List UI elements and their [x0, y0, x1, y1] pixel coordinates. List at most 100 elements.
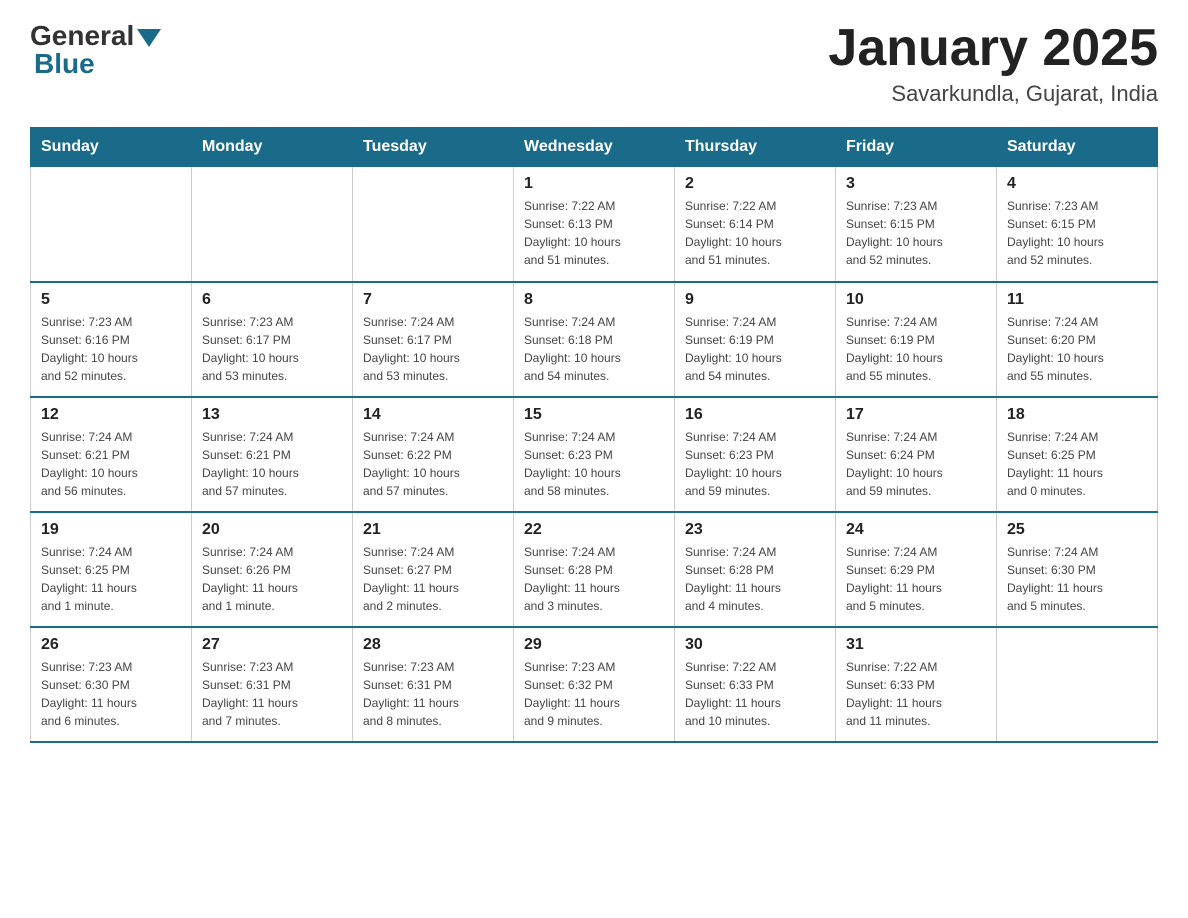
calendar-cell: 18 Sunrise: 7:24 AM Sunset: 6:25 PM Dayli… [997, 397, 1158, 512]
calendar-cell: 1 Sunrise: 7:22 AM Sunset: 6:13 PM Daylig… [514, 167, 675, 282]
day-info: Sunrise: 7:24 AM Sunset: 6:20 PM Dayligh… [1007, 313, 1147, 385]
calendar-cell [192, 167, 353, 282]
title-block: January 2025 Savarkundla, Gujarat, India [828, 20, 1158, 107]
day-info: Sunrise: 7:24 AM Sunset: 6:25 PM Dayligh… [1007, 428, 1147, 500]
logo-blue-text: Blue [34, 48, 95, 80]
calendar-cell: 15Sunrise: 7:24 AM Sunset: 6:23 PM Dayli… [514, 397, 675, 512]
day-number: 29 [524, 636, 664, 654]
day-number: 9 [685, 291, 825, 309]
day-of-week-header: Tuesday [353, 128, 514, 167]
day-info: Sunrise: 7:23 AM Sunset: 6:30 PM Dayligh… [41, 658, 181, 730]
calendar-cell [997, 627, 1158, 742]
calendar-cell: 23 Sunrise: 7:24 AM Sunset: 6:28 PM Dayli… [675, 512, 836, 627]
day-number: 4 [1007, 175, 1147, 193]
calendar-cell: 26 Sunrise: 7:23 AM Sunset: 6:30 PM Dayli… [31, 627, 192, 742]
calendar-cell: 21 Sunrise: 7:24 AM Sunset: 6:27 PM Dayli… [353, 512, 514, 627]
day-info: Sunrise: 7:22 AM Sunset: 6:33 PM Dayligh… [846, 658, 986, 730]
day-info: Sunrise: 7:24 AM Sunset: 6:28 PM Dayligh… [685, 543, 825, 615]
calendar-cell: 9 Sunrise: 7:24 AM Sunset: 6:19 PM Daylig… [675, 282, 836, 397]
day-info: Sunrise: 7:24 AM Sunset: 6:18 PM Dayligh… [524, 313, 664, 385]
calendar-title: January 2025 [828, 20, 1158, 77]
calendar-cell: 19Sunrise: 7:24 AM Sunset: 6:25 PM Dayli… [31, 512, 192, 627]
day-number: 16 [685, 406, 825, 424]
day-number: 1 [524, 175, 664, 193]
logo: General Blue [30, 20, 161, 80]
day-info: Sunrise: 7:23 AM Sunset: 6:16 PM Dayligh… [41, 313, 181, 385]
day-number: 6 [202, 291, 342, 309]
day-number: 14 [363, 406, 503, 424]
calendar-week-row: 12 Sunrise: 7:24 AM Sunset: 6:21 PM Dayli… [31, 397, 1158, 512]
day-number: 7 [363, 291, 503, 309]
calendar-cell [353, 167, 514, 282]
day-info: Sunrise: 7:24 AM Sunset: 6:26 PM Dayligh… [202, 543, 342, 615]
day-number: 8 [524, 291, 664, 309]
calendar-header-row: SundayMondayTuesdayWednesdayThursdayFrid… [31, 128, 1158, 167]
calendar-cell: 5Sunrise: 7:23 AM Sunset: 6:16 PM Daylig… [31, 282, 192, 397]
calendar-cell: 12 Sunrise: 7:24 AM Sunset: 6:21 PM Dayli… [31, 397, 192, 512]
page-header: General Blue January 2025 Savarkundla, G… [30, 20, 1158, 107]
calendar-cell: 2 Sunrise: 7:22 AM Sunset: 6:14 PM Daylig… [675, 167, 836, 282]
day-number: 11 [1007, 291, 1147, 309]
day-info: Sunrise: 7:24 AM Sunset: 6:19 PM Dayligh… [685, 313, 825, 385]
day-number: 26 [41, 636, 181, 654]
day-of-week-header: Thursday [675, 128, 836, 167]
day-info: Sunrise: 7:24 AM Sunset: 6:23 PM Dayligh… [685, 428, 825, 500]
calendar-cell: 28Sunrise: 7:23 AM Sunset: 6:31 PM Dayli… [353, 627, 514, 742]
calendar-cell: 10Sunrise: 7:24 AM Sunset: 6:19 PM Dayli… [836, 282, 997, 397]
day-of-week-header: Sunday [31, 128, 192, 167]
logo-arrow-icon [137, 29, 161, 47]
day-info: Sunrise: 7:23 AM Sunset: 6:32 PM Dayligh… [524, 658, 664, 730]
day-of-week-header: Wednesday [514, 128, 675, 167]
day-info: Sunrise: 7:23 AM Sunset: 6:31 PM Dayligh… [202, 658, 342, 730]
day-info: Sunrise: 7:23 AM Sunset: 6:15 PM Dayligh… [846, 197, 986, 269]
calendar-cell: 31 Sunrise: 7:22 AM Sunset: 6:33 PM Dayli… [836, 627, 997, 742]
day-info: Sunrise: 7:24 AM Sunset: 6:21 PM Dayligh… [41, 428, 181, 500]
day-number: 2 [685, 175, 825, 193]
day-info: Sunrise: 7:23 AM Sunset: 6:17 PM Dayligh… [202, 313, 342, 385]
day-number: 24 [846, 521, 986, 539]
day-number: 30 [685, 636, 825, 654]
calendar-cell: 16 Sunrise: 7:24 AM Sunset: 6:23 PM Dayli… [675, 397, 836, 512]
calendar-cell: 20 Sunrise: 7:24 AM Sunset: 6:26 PM Dayli… [192, 512, 353, 627]
day-info: Sunrise: 7:24 AM Sunset: 6:22 PM Dayligh… [363, 428, 503, 500]
day-number: 17 [846, 406, 986, 424]
day-number: 15 [524, 406, 664, 424]
calendar-cell: 29 Sunrise: 7:23 AM Sunset: 6:32 PM Dayli… [514, 627, 675, 742]
day-number: 21 [363, 521, 503, 539]
day-number: 23 [685, 521, 825, 539]
calendar-subtitle: Savarkundla, Gujarat, India [828, 81, 1158, 107]
calendar-cell [31, 167, 192, 282]
day-number: 12 [41, 406, 181, 424]
day-info: Sunrise: 7:22 AM Sunset: 6:33 PM Dayligh… [685, 658, 825, 730]
day-number: 25 [1007, 521, 1147, 539]
day-info: Sunrise: 7:24 AM Sunset: 6:19 PM Dayligh… [846, 313, 986, 385]
calendar-cell: 25 Sunrise: 7:24 AM Sunset: 6:30 PM Dayli… [997, 512, 1158, 627]
day-info: Sunrise: 7:24 AM Sunset: 6:17 PM Dayligh… [363, 313, 503, 385]
day-number: 18 [1007, 406, 1147, 424]
calendar-cell: 22Sunrise: 7:24 AM Sunset: 6:28 PM Dayli… [514, 512, 675, 627]
calendar-table: SundayMondayTuesdayWednesdayThursdayFrid… [30, 127, 1158, 743]
day-info: Sunrise: 7:24 AM Sunset: 6:29 PM Dayligh… [846, 543, 986, 615]
calendar-cell: 14 Sunrise: 7:24 AM Sunset: 6:22 PM Dayli… [353, 397, 514, 512]
day-info: Sunrise: 7:22 AM Sunset: 6:14 PM Dayligh… [685, 197, 825, 269]
day-number: 19 [41, 521, 181, 539]
calendar-cell: 30 Sunrise: 7:22 AM Sunset: 6:33 PM Dayli… [675, 627, 836, 742]
day-info: Sunrise: 7:22 AM Sunset: 6:13 PM Dayligh… [524, 197, 664, 269]
day-info: Sunrise: 7:23 AM Sunset: 6:15 PM Dayligh… [1007, 197, 1147, 269]
day-info: Sunrise: 7:24 AM Sunset: 6:21 PM Dayligh… [202, 428, 342, 500]
day-number: 20 [202, 521, 342, 539]
calendar-cell: 27 Sunrise: 7:23 AM Sunset: 6:31 PM Dayli… [192, 627, 353, 742]
day-number: 3 [846, 175, 986, 193]
calendar-week-row: 1 Sunrise: 7:22 AM Sunset: 6:13 PM Daylig… [31, 167, 1158, 282]
day-info: Sunrise: 7:24 AM Sunset: 6:30 PM Dayligh… [1007, 543, 1147, 615]
calendar-cell: 4 Sunrise: 7:23 AM Sunset: 6:15 PM Daylig… [997, 167, 1158, 282]
calendar-week-row: 26 Sunrise: 7:23 AM Sunset: 6:30 PM Dayli… [31, 627, 1158, 742]
calendar-week-row: 19Sunrise: 7:24 AM Sunset: 6:25 PM Dayli… [31, 512, 1158, 627]
day-number: 31 [846, 636, 986, 654]
day-number: 13 [202, 406, 342, 424]
calendar-cell: 17Sunrise: 7:24 AM Sunset: 6:24 PM Dayli… [836, 397, 997, 512]
day-info: Sunrise: 7:24 AM Sunset: 6:27 PM Dayligh… [363, 543, 503, 615]
calendar-cell: 11 Sunrise: 7:24 AM Sunset: 6:20 PM Dayli… [997, 282, 1158, 397]
day-number: 27 [202, 636, 342, 654]
day-info: Sunrise: 7:23 AM Sunset: 6:31 PM Dayligh… [363, 658, 503, 730]
